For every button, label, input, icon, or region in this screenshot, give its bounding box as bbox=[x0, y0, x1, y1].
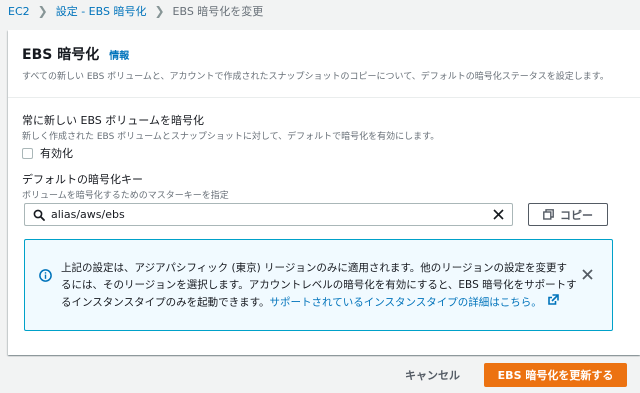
external-link-icon[interactable] bbox=[547, 294, 559, 311]
search-icon bbox=[29, 209, 49, 221]
cancel-button[interactable]: キャンセル bbox=[395, 363, 470, 387]
panel-description: すべての新しい EBS ボリュームと、アカウントで作成されたスナップショットのコ… bbox=[22, 72, 609, 82]
info-link[interactable]: 情報 bbox=[109, 47, 129, 62]
breadcrumb: EC2 ❯ 設定 - EBS 暗号化 ❯ EBS 暗号化を変更 bbox=[8, 2, 263, 20]
info-circle-icon bbox=[39, 267, 52, 286]
info-alert: 上記の設定は、アジアパシフィック (東京) リージョンのみに適用されます。他のリ… bbox=[24, 239, 613, 331]
panel-title: EBS 暗号化 bbox=[22, 47, 100, 63]
enable-checkbox-label[interactable]: 有効化 bbox=[40, 145, 73, 161]
breadcrumb-ebs-settings[interactable]: 設定 - EBS 暗号化 bbox=[56, 3, 147, 19]
default-key-label: デフォルトの暗号化キー bbox=[22, 173, 143, 186]
alert-text: 上記の設定は、アジアパシフィック (東京) リージョンのみに適用されます。他のリ… bbox=[61, 260, 577, 312]
copy-button-label: コピー bbox=[560, 208, 593, 222]
always-encrypt-field: 常に新しい EBS ボリュームを暗号化 新しく作成された EBS ボリュームとス… bbox=[22, 112, 439, 161]
default-key-description: ボリュームを暗号化するためのマスターキーを指定 bbox=[22, 191, 229, 201]
default-key-value[interactable]: alias/aws/ebs bbox=[51, 208, 488, 221]
breadcrumb-ec2[interactable]: EC2 bbox=[8, 5, 30, 18]
copy-button[interactable]: コピー bbox=[528, 203, 608, 226]
update-ebs-encryption-button[interactable]: EBS 暗号化を更新する bbox=[484, 363, 627, 387]
instance-types-link[interactable]: サポートされているインスタンスタイプの詳細はこちら。 bbox=[270, 297, 542, 309]
chevron-right-icon: ❯ bbox=[37, 4, 48, 18]
panel-header: EBS 暗号化 情報 すべての新しい EBS ボリュームと、アカウントで作成され… bbox=[8, 30, 640, 98]
enable-checkbox[interactable] bbox=[22, 147, 33, 159]
copy-icon bbox=[543, 209, 554, 220]
enable-checkbox-row[interactable]: 有効化 bbox=[22, 145, 439, 161]
always-encrypt-label: 常に新しい EBS ボリュームを暗号化 bbox=[22, 114, 204, 127]
default-key-input[interactable]: alias/aws/ebs bbox=[24, 203, 513, 226]
ebs-encryption-panel: EBS 暗号化 情報 すべての新しい EBS ボリュームと、アカウントで作成され… bbox=[8, 30, 640, 355]
close-icon[interactable] bbox=[582, 265, 593, 284]
always-encrypt-description: 新しく作成された EBS ボリュームとスナップショットに対して、デフォルトで暗号… bbox=[22, 132, 440, 142]
clear-icon[interactable] bbox=[488, 209, 508, 220]
breadcrumb-current: EBS 暗号化を変更 bbox=[172, 5, 264, 18]
default-key-field: デフォルトの暗号化キー ボリュームを暗号化するためのマスターキーを指定 bbox=[22, 171, 229, 201]
chevron-right-icon: ❯ bbox=[154, 4, 165, 18]
